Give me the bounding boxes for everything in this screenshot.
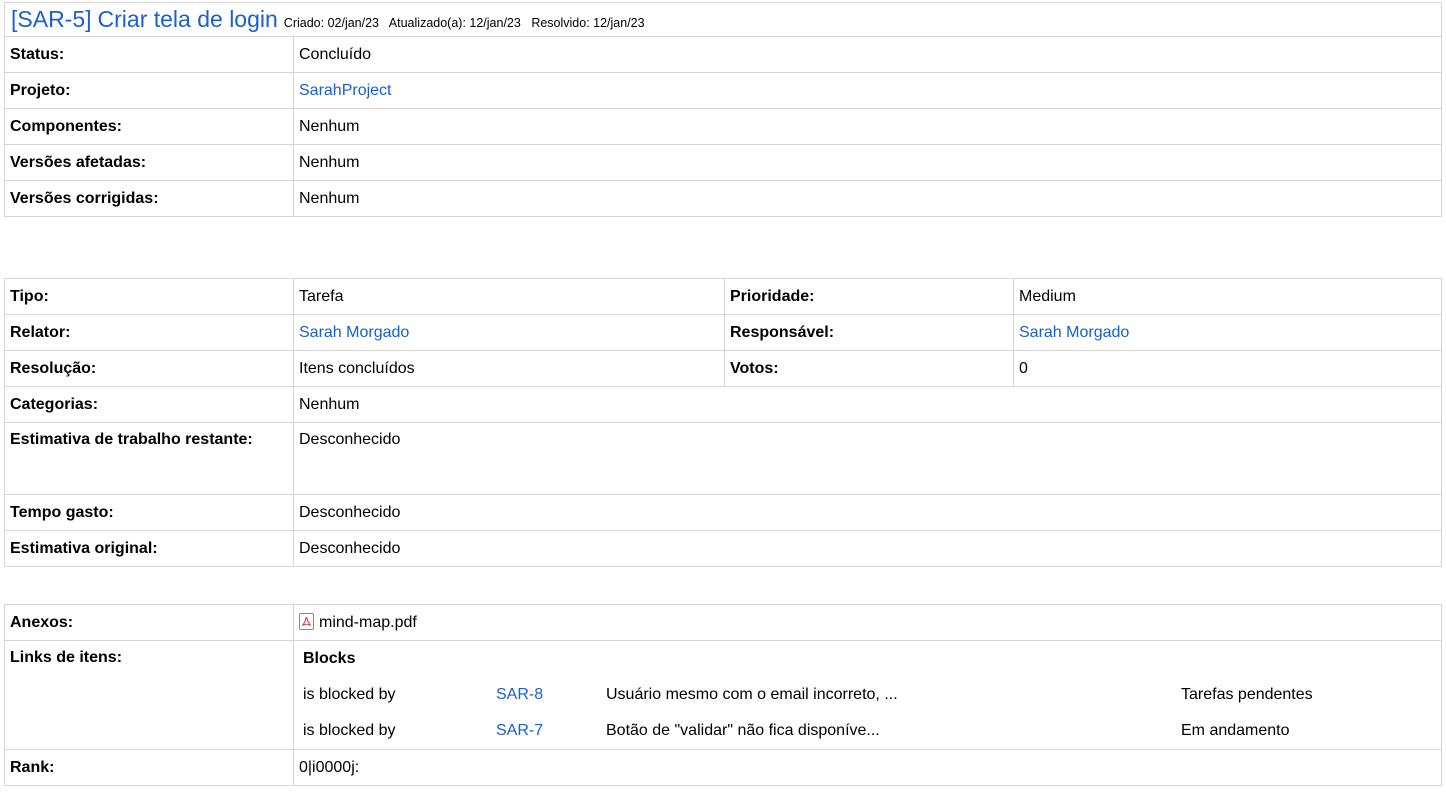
remaining-estimate-label: Estimativa de trabalho restante: xyxy=(4,422,294,495)
links-group-title: Blocks xyxy=(303,650,356,667)
issue-key[interactable]: [SAR-5] xyxy=(11,6,92,33)
affected-versions-value: Nenhum xyxy=(293,144,1442,181)
fixed-versions-value: Nenhum xyxy=(293,180,1442,217)
created-date: Criado: 02/jan/23 xyxy=(283,15,379,30)
issue-dates: Criado: 02/jan/23 Atualizado(a): 12/jan/… xyxy=(284,16,652,30)
components-row: Componentes: Nenhum xyxy=(4,108,1442,145)
fixed-versions-row: Versões corrigidas: Nenhum xyxy=(4,180,1442,217)
link-relation: is blocked by xyxy=(303,686,396,703)
rank-value: 0|i0000j: xyxy=(293,749,1442,786)
rank-label: Rank: xyxy=(4,749,294,786)
remaining-estimate-value: Desconhecido xyxy=(293,422,1442,495)
affected-versions-row: Versões afetadas: Nenhum xyxy=(4,144,1442,181)
labels-value: Nenhum xyxy=(293,386,1442,423)
original-estimate-value: Desconhecido xyxy=(293,530,1442,567)
status-row: Status: Concluído xyxy=(4,36,1442,73)
issue-links-label: Links de itens: xyxy=(4,640,294,750)
status-label: Status: xyxy=(4,36,294,73)
resolved-date: Resolvido: 12/jan/23 xyxy=(531,15,645,30)
labels-label: Categorias: xyxy=(4,386,294,423)
link-status: Tarefas pendentes xyxy=(1181,686,1313,703)
resolution-value: Itens concluídos xyxy=(293,350,725,387)
updated-date: Atualizado(a): 12/jan/23 xyxy=(388,15,521,30)
type-label: Tipo: xyxy=(4,278,294,315)
assignee-label: Responsável: xyxy=(724,314,1014,351)
project-row: Projeto: SarahProject xyxy=(4,72,1442,109)
link-summary: Botão de "validar" não fica disponíve... xyxy=(606,722,880,739)
link-item: is blocked by SAR-8 Usuário mesmo com o … xyxy=(299,677,1436,713)
summary-table: Status: Concluído Projeto: SarahProject … xyxy=(4,36,1442,217)
resolution-label: Resolução: xyxy=(4,350,294,387)
link-summary: Usuário mesmo com o email incorreto, ... xyxy=(606,686,898,703)
project-label: Projeto: xyxy=(4,72,294,109)
priority-value: Medium xyxy=(1013,278,1442,315)
votes-value: 0 xyxy=(1013,350,1442,387)
project-link[interactable]: SarahProject xyxy=(299,82,392,99)
issue-title[interactable]: Criar tela de login xyxy=(98,6,278,33)
time-spent-value: Desconhecido xyxy=(293,494,1442,531)
priority-label: Prioridade: xyxy=(724,278,1014,315)
labels-row: Categorias: Nenhum xyxy=(4,386,1442,423)
time-spent-label: Tempo gasto: xyxy=(4,494,294,531)
type-row: Tipo: Tarefa Prioridade: Medium xyxy=(4,278,1442,315)
reporter-link[interactable]: Sarah Morgado xyxy=(299,324,409,341)
original-estimate-row: Estimativa original: Desconhecido xyxy=(4,530,1442,567)
type-value: Tarefa xyxy=(293,278,725,315)
reporter-label: Relator: xyxy=(4,314,294,351)
issue-header: [SAR-5] Criar tela de login Criado: 02/j… xyxy=(4,2,1442,36)
link-issue-key[interactable]: SAR-7 xyxy=(496,722,543,739)
attachments-label: Anexos: xyxy=(4,604,294,641)
resolution-row: Resolução: Itens concluídos Votos: 0 xyxy=(4,350,1442,387)
affected-versions-label: Versões afetadas: xyxy=(4,144,294,181)
extras-table: Anexos: mind-map.pdf Links de itens: Blo… xyxy=(4,604,1442,786)
status-value: Concluído xyxy=(293,36,1442,73)
link-item: is blocked by SAR-7 Botão de "validar" n… xyxy=(299,713,1436,749)
attachments-row: Anexos: mind-map.pdf xyxy=(4,604,1442,641)
pdf-icon xyxy=(299,612,314,630)
votes-label: Votos: xyxy=(724,350,1014,387)
link-relation: is blocked by xyxy=(303,722,396,739)
issue-links-list: Blocks is blocked by SAR-8 Usuário mesmo… xyxy=(299,641,1436,749)
rank-row: Rank: 0|i0000j: xyxy=(4,749,1442,786)
components-label: Componentes: xyxy=(4,108,294,145)
remaining-estimate-row: Estimativa de trabalho restante: Desconh… xyxy=(4,422,1442,495)
components-value: Nenhum xyxy=(293,108,1442,145)
link-issue-key[interactable]: SAR-8 xyxy=(496,686,543,703)
reporter-row: Relator: Sarah Morgado Responsável: Sara… xyxy=(4,314,1442,351)
issue-links-row: Links de itens: Blocks is blocked by SAR… xyxy=(4,640,1442,750)
assignee-link[interactable]: Sarah Morgado xyxy=(1019,324,1129,341)
details-table: Tipo: Tarefa Prioridade: Medium Relator:… xyxy=(4,278,1442,567)
time-spent-row: Tempo gasto: Desconhecido xyxy=(4,494,1442,531)
link-status: Em andamento xyxy=(1181,722,1290,739)
attachment-link[interactable]: mind-map.pdf xyxy=(319,614,417,631)
original-estimate-label: Estimativa original: xyxy=(4,530,294,567)
fixed-versions-label: Versões corrigidas: xyxy=(4,180,294,217)
